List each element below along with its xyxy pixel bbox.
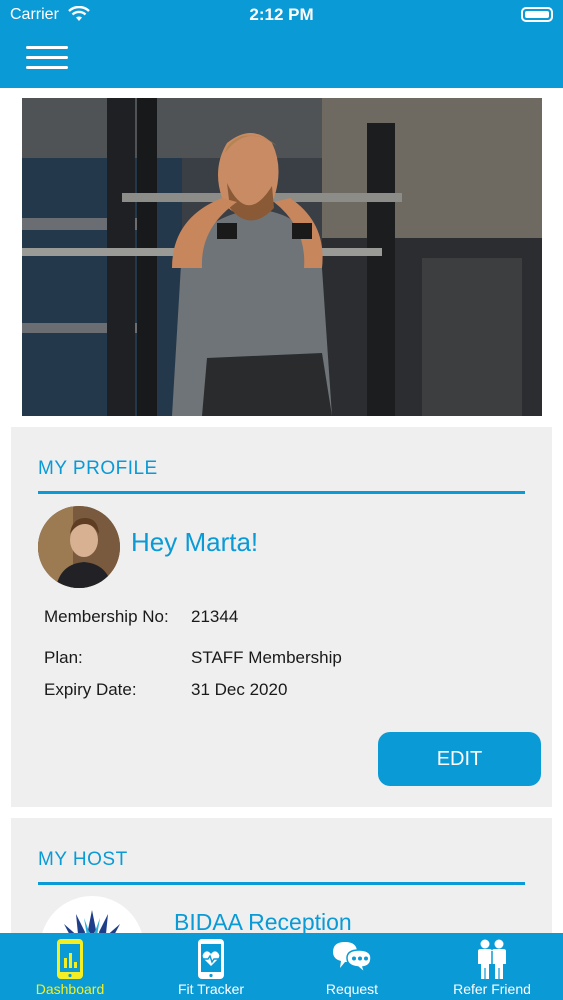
host-divider (38, 882, 525, 885)
hamburger-menu-icon[interactable] (26, 42, 70, 72)
avatar (38, 506, 120, 588)
people-icon (478, 939, 506, 979)
tab-dashboard[interactable]: Dashboard (0, 933, 140, 1000)
tab-fit-tracker-label: Fit Tracker (177, 981, 245, 997)
tab-request[interactable]: Request (282, 933, 422, 1000)
phone-chart-icon (57, 939, 83, 979)
top-app-bar: Carrier 2:12 PM (0, 0, 563, 88)
expiry-value: 31 Dec 2020 (191, 680, 288, 699)
expiry-label: Expiry Date: (44, 680, 137, 699)
profile-card: MY PROFILE Hey Marta! Membership No: 213… (11, 427, 552, 807)
hero-image (22, 98, 542, 416)
plan-label: Plan: (44, 648, 83, 667)
phone-heart-icon (198, 939, 224, 979)
tab-refer-friend[interactable]: Refer Friend (422, 933, 562, 1000)
tab-dashboard-label: Dashboard (35, 981, 105, 997)
host-card: MY HOST BIDAA Reception (11, 818, 552, 933)
bottom-tab-bar: Dashboard Fit Tracker Request Refer Frie… (0, 933, 563, 1000)
battery-icon (521, 7, 553, 22)
status-bar: Carrier 2:12 PM (0, 0, 563, 30)
membership-value: 21344 (191, 607, 239, 626)
greeting-text: Hey Marta! (131, 527, 259, 557)
host-name: BIDAA Reception (174, 909, 352, 933)
chat-bubbles-icon (333, 942, 372, 976)
host-logo (40, 896, 144, 933)
profile-divider (38, 491, 525, 494)
tab-refer-friend-label: Refer Friend (453, 981, 531, 997)
status-time: 2:12 PM (249, 5, 314, 24)
plan-value: STAFF Membership (191, 648, 342, 667)
host-title: MY HOST (38, 849, 128, 870)
edit-button[interactable]: EDIT (378, 732, 541, 786)
tab-fit-tracker[interactable]: Fit Tracker (141, 933, 281, 1000)
profile-title: MY PROFILE (38, 458, 158, 479)
membership-label: Membership No: (44, 607, 169, 626)
tab-request-label: Request (325, 981, 379, 997)
